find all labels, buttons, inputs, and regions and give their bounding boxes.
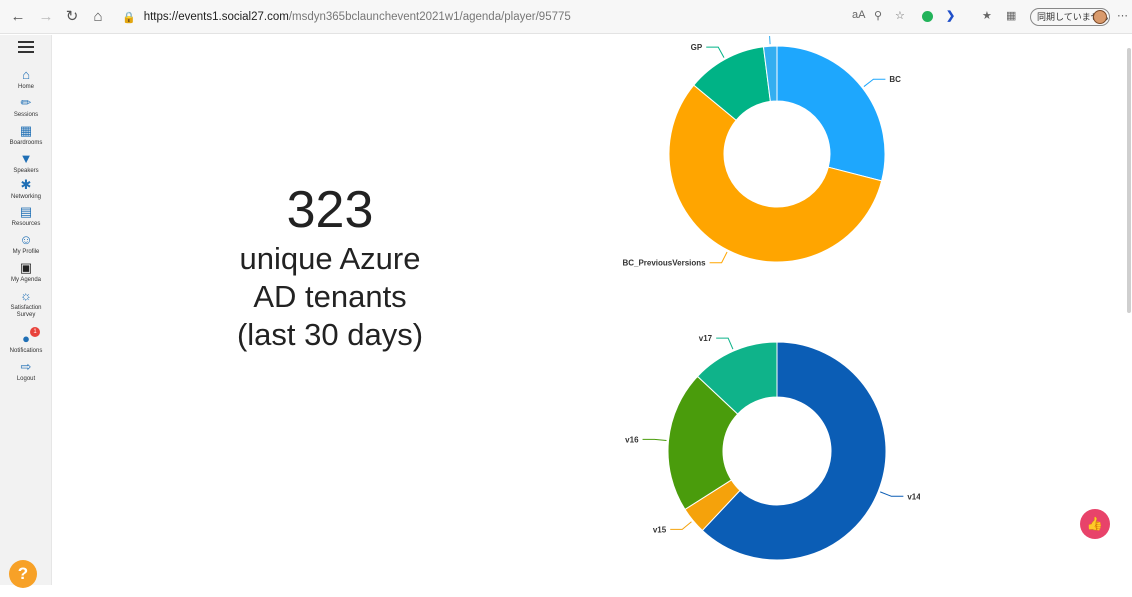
sidebar-item-boardrooms[interactable]: ▦ Boardrooms <box>0 123 52 147</box>
slice-label: v16 <box>625 435 639 444</box>
leader-line <box>757 31 771 45</box>
zoom-icon[interactable]: ⚲ <box>874 9 882 22</box>
home-icon: ⌂ <box>22 67 30 82</box>
browser-toolbar: ← → ↻ ⌂ 🔒 https://events1.social27.com/m… <box>0 0 1132 34</box>
leader-line <box>706 46 725 58</box>
sidebar-item-notifications[interactable]: ● 1 Notifications <box>0 327 52 354</box>
address-bar[interactable]: 🔒 https://events1.social27.com/msdyn365b… <box>114 5 834 29</box>
sidebar-item-label: Sessions <box>13 112 39 118</box>
refresh-icon[interactable]: ↻ <box>62 7 82 27</box>
leader-line <box>863 78 886 87</box>
agenda-icon: ▣ <box>19 260 33 275</box>
sidebar-item-home[interactable]: ⌂ Home <box>0 67 52 91</box>
sidebar-item-label: Satisfaction Survey <box>10 305 42 318</box>
forward-arrow-icon[interactable]: → <box>36 7 56 27</box>
slice-label: BC <box>889 75 901 84</box>
like-button[interactable]: 👍 <box>1080 509 1110 539</box>
donut-chart-products-svg: BC BC_PreviousVersions GP SL <box>622 28 901 268</box>
speakers-icon: ▼ <box>19 151 33 166</box>
profile-button[interactable]: 同期していません <box>1030 8 1110 26</box>
leader-line <box>716 337 734 350</box>
profile-icon: ☺ <box>19 232 33 247</box>
donut-chart-versions: v14 v15 v16 v17 <box>600 332 921 592</box>
networking-icon: ✱ <box>20 177 32 192</box>
resources-icon: ▤ <box>19 204 33 219</box>
url-path: /msdyn365bclaunchevent2021w1/agenda/play… <box>288 11 571 23</box>
scrollbar[interactable] <box>1127 48 1131 313</box>
boardrooms-icon: ▦ <box>19 123 33 138</box>
back-arrow-icon[interactable]: ← <box>8 7 28 27</box>
sidebar-item-my-agenda[interactable]: ▣ My Agenda <box>0 260 52 284</box>
sidebar: ⌂ Home ✏ Sessions ▦ Boardrooms ▼ Speaker… <box>0 35 52 585</box>
sidebar-item-label: Home <box>17 84 34 90</box>
sidebar-item-logout[interactable]: ⇨ Logout <box>0 359 52 383</box>
slice-label: v15 <box>653 525 667 534</box>
slice-label: v17 <box>699 334 713 343</box>
home-browser-icon[interactable]: ⌂ <box>88 7 108 27</box>
leader-line <box>880 491 904 497</box>
sidebar-item-speakers[interactable]: ▼ Speakers <box>0 151 52 175</box>
sidebar-item-satisfaction-survey[interactable]: ☼ Satisfaction Survey <box>0 289 52 319</box>
stat-number: 323 <box>286 181 374 239</box>
sessions-icon: ✏ <box>20 95 32 110</box>
sidebar-item-resources[interactable]: ▤ Resources <box>0 204 52 228</box>
url-host: https://events1.social27.com <box>143 11 289 23</box>
leader-line <box>642 438 667 442</box>
stat-line-3: (last 30 days) <box>236 317 424 352</box>
read-aloud-icon[interactable]: aA <box>852 9 865 21</box>
sidebar-item-my-profile[interactable]: ☺ My Profile <box>0 232 52 256</box>
more-menu-icon[interactable]: ⋯ <box>1117 9 1128 22</box>
stat-line-2: AD tenants <box>253 279 407 314</box>
leader-line <box>670 521 692 530</box>
donut-chart-products: BC BC_PreviousVersions GP SL <box>600 28 920 296</box>
slice-bc[interactable] <box>776 45 886 182</box>
sidebar-item-label: My Agenda <box>10 277 42 283</box>
donut-chart-versions-svg: v14 v15 v16 v17 <box>625 334 921 561</box>
favorites-icon[interactable]: ★ <box>982 9 992 22</box>
stat-block: 323 unique Azure AD tenants (last 30 day… <box>180 180 480 354</box>
sidebar-item-label: Boardrooms <box>9 140 43 146</box>
stat-line-1: unique Azure <box>239 241 421 276</box>
sidebar-item-label: Notifications <box>9 348 43 354</box>
slice-label: GP <box>691 43 703 52</box>
extension-arrow-icon[interactable]: ❯ <box>946 9 955 22</box>
help-button[interactable]: ? <box>9 560 37 588</box>
hamburger-menu-icon[interactable] <box>18 41 34 55</box>
slice-label: v14 <box>907 492 920 501</box>
sidebar-item-networking[interactable]: ✱ Networking <box>0 177 52 201</box>
extension-green-icon[interactable] <box>922 11 933 22</box>
favorite-add-icon[interactable]: ☆ <box>895 9 905 22</box>
slice-label: BC_PreviousVersions <box>622 259 706 268</box>
slice-label: SL <box>743 36 753 37</box>
lock-icon: 🔒 <box>122 11 136 24</box>
sidebar-item-label: Logout <box>16 376 36 382</box>
sidebar-item-label: Networking <box>10 194 41 200</box>
sidebar-item-label: Resources <box>11 221 41 227</box>
notification-badge: 1 <box>30 327 40 337</box>
leader-line <box>709 251 728 264</box>
sidebar-item-label: My Profile <box>12 249 40 255</box>
sidebar-item-label: Speakers <box>13 168 39 174</box>
survey-icon: ☼ <box>20 288 32 303</box>
logout-icon: ⇨ <box>20 359 32 374</box>
avatar <box>1093 10 1107 24</box>
sidebar-item-sessions[interactable]: ✏ Sessions <box>0 95 52 119</box>
collections-icon[interactable]: ▦ <box>1006 9 1016 22</box>
